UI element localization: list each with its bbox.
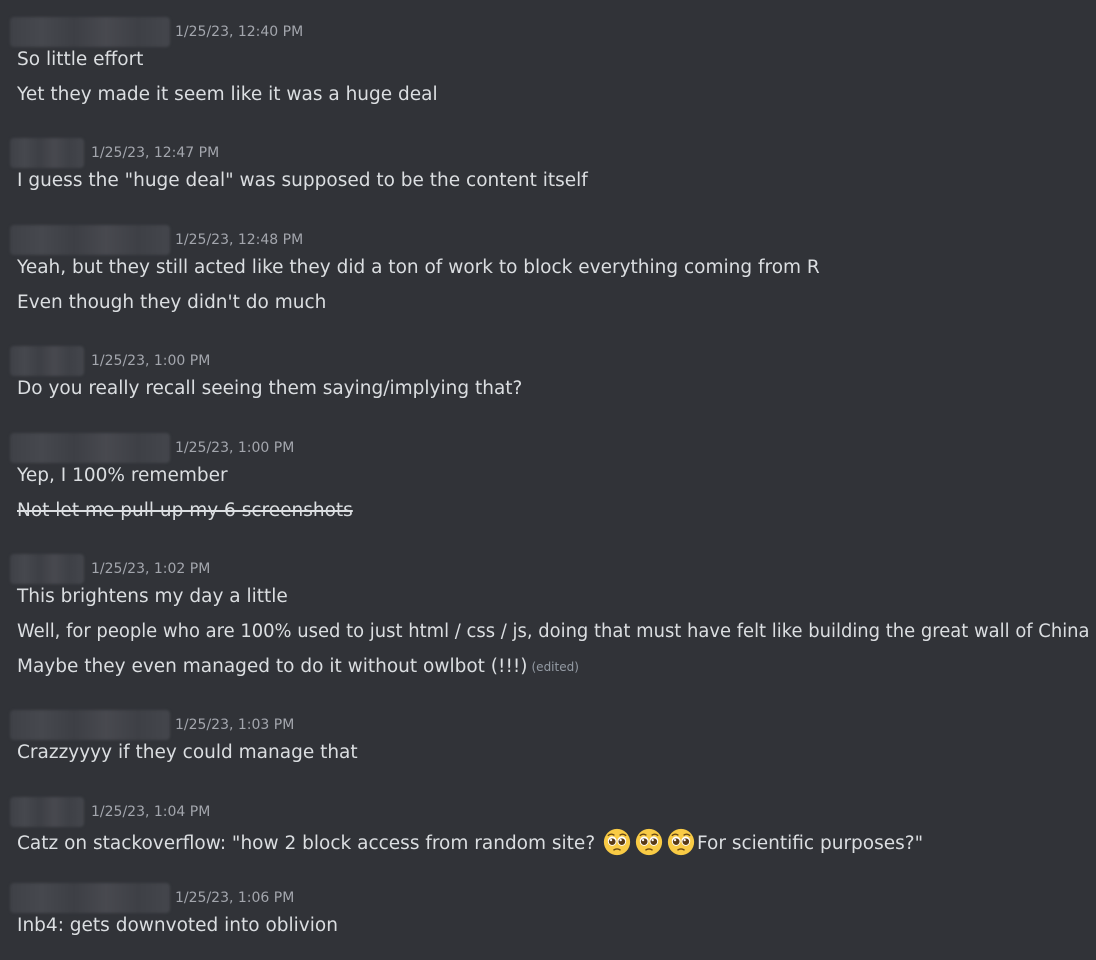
message-text: For scientific purposes?" (697, 833, 924, 854)
message-text: This brightens my day a little (17, 586, 288, 607)
blurred-username[interactable] (10, 554, 84, 584)
message-text: Well, for people who are 100% used to ju… (17, 621, 1090, 642)
message-text: I guess the "huge deal" was supposed to … (17, 170, 588, 191)
message-text: Maybe they even managed to do it without… (17, 656, 528, 677)
message-text: Crazzyyyy if they could manage that (17, 742, 358, 763)
message-timestamp[interactable]: 1/25/23, 12:40 PM (175, 24, 303, 41)
message-timestamp[interactable]: 1/25/23, 1:00 PM (175, 440, 294, 457)
edited-label[interactable]: (edited) (532, 660, 579, 674)
message-timestamp[interactable]: 1/25/23, 1:04 PM (91, 804, 210, 821)
message-header: 1/25/23, 1:02 PM (0, 554, 1096, 584)
message-timestamp[interactable]: 1/25/23, 12:47 PM (91, 145, 219, 162)
message-timestamp[interactable]: 1/25/23, 1:02 PM (91, 561, 210, 578)
message-timestamp[interactable]: 1/25/23, 1:06 PM (175, 890, 294, 907)
message-timestamp[interactable]: 1/25/23, 12:48 PM (175, 232, 303, 249)
message-timestamp[interactable]: 1/25/23, 1:03 PM (175, 717, 294, 734)
strikethrough-message-text: Not let me pull up my 6 screenshots (17, 500, 353, 521)
chat-message-list[interactable]: 1/25/23, 12:40 PM So little effort Yet t… (0, 0, 1096, 960)
blurred-username[interactable] (10, 797, 84, 827)
message-header: 1/25/23, 1:04 PM (0, 797, 1096, 827)
message-text: Yeah, but they still acted like they did… (17, 257, 820, 278)
pleading-face-emoji[interactable] (635, 828, 663, 856)
message-text: Catz on stackoverflow: "how 2 block acce… (17, 833, 596, 854)
blurred-username[interactable] (10, 17, 170, 47)
blurred-username[interactable] (10, 433, 170, 463)
blurred-username[interactable] (10, 346, 84, 376)
message-text: Inb4: gets downvoted into oblivion (17, 915, 338, 936)
blurred-username[interactable] (10, 138, 84, 168)
message-text: So little effort (17, 49, 144, 70)
message-header: 1/25/23, 1:00 PM (0, 433, 1096, 463)
message-header: 1/25/23, 1:03 PM (0, 710, 1096, 740)
pleading-face-emoji[interactable] (667, 828, 695, 856)
blurred-username[interactable] (10, 710, 170, 740)
message-header: 1/25/23, 12:47 PM (0, 138, 1096, 168)
message-line: Catz on stackoverflow: "how 2 block acce… (17, 828, 923, 856)
message-text: Even though they didn't do much (17, 292, 327, 313)
message-timestamp[interactable]: 1/25/23, 1:00 PM (91, 353, 210, 370)
blurred-username[interactable] (10, 225, 170, 255)
pleading-face-emoji[interactable] (603, 828, 631, 856)
message-text: Yep, I 100% remember (17, 465, 228, 486)
message-text: Do you really recall seeing them saying/… (17, 378, 523, 399)
message-header: 1/25/23, 1:00 PM (0, 346, 1096, 376)
message-header: 1/25/23, 1:06 PM (0, 883, 1096, 913)
message-line: Maybe they even managed to do it without… (17, 655, 579, 679)
message-header: 1/25/23, 12:40 PM (0, 17, 1096, 47)
blurred-username[interactable] (10, 883, 170, 913)
message-header: 1/25/23, 12:48 PM (0, 225, 1096, 255)
message-text: Yet they made it seem like it was a huge… (17, 84, 438, 105)
